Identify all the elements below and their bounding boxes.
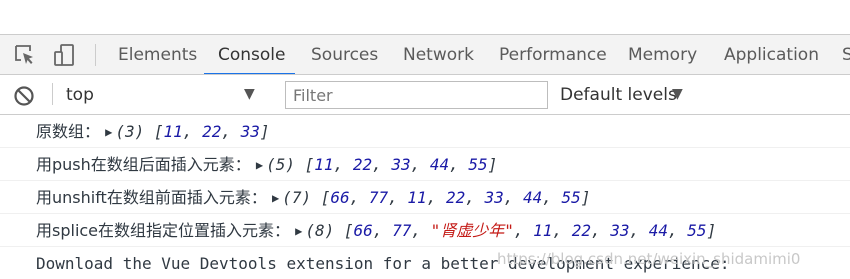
array-number-value: 44 (648, 221, 669, 240)
expand-triangle-icon[interactable]: ▶ (256, 149, 263, 180)
string-content: 肾虚少年 (440, 221, 505, 240)
console-message: 原数组： (36, 122, 101, 141)
console-message: 用push在数组后面插入元素： (36, 155, 251, 174)
array-number-value: 11 (163, 122, 183, 141)
array-preview[interactable]: ▶ (3) [11, 22, 33] (105, 122, 269, 141)
array-preview[interactable]: ▶ (7) [66, 77, 11, 22, 33, 44, 55] (272, 188, 591, 207)
array-number-value: 22 (571, 221, 591, 240)
array-number-value: 55 (561, 188, 581, 207)
tab-sources[interactable]: Sources (311, 35, 378, 74)
clear-console-icon[interactable] (12, 84, 36, 108)
log-levels-dropdown[interactable]: Default levels (560, 75, 677, 115)
array-length: 5 (275, 155, 286, 174)
array-length: 8 (315, 221, 325, 240)
array-number-value: 77 (368, 188, 389, 207)
expand-triangle-icon[interactable]: ▶ (272, 182, 279, 213)
tab-sources-overflow[interactable]: S (842, 35, 850, 74)
tab-application[interactable]: Application (724, 35, 819, 74)
expand-triangle-icon[interactable]: ▶ (105, 116, 112, 147)
console-info-line: Download the Vue Devtools extension for … (36, 254, 730, 273)
tab-elements[interactable]: Elements (118, 35, 197, 74)
devtools-tabbar: Elements Console Sources Network Perform… (0, 34, 850, 75)
console-line: 原数组： ▶ (3) [11, 22, 33] (0, 115, 850, 148)
console-line: 用push在数组后面插入元素： ▶ (5) [11, 22, 33, 44, 55… (0, 148, 850, 181)
context-dropdown-icon[interactable]: ▼ (244, 75, 255, 115)
array-number-value: 22 (202, 122, 222, 141)
tabbar-divider (95, 44, 96, 66)
console-line: 用splice在数组指定位置插入元素： ▶ (8) [66, 77, "肾虚少年"… (0, 214, 850, 247)
console-output: 原数组： ▶ (3) [11, 22, 33] 用push在数组后面插入元素： ▶(… (0, 115, 850, 279)
expand-triangle-icon[interactable]: ▶ (295, 215, 302, 246)
context-selector[interactable]: top (66, 75, 94, 115)
array-number-value: 11 (407, 188, 427, 207)
array-length: 3 (124, 122, 135, 141)
toolbar-divider (52, 83, 53, 105)
console-line: 用unshift在数组前面插入元素： ▶ (7) [66, 77, 11, 22,… (0, 181, 850, 214)
array-number-value: 33 (484, 188, 504, 207)
array-preview[interactable]: ▶ (5) [11, 22, 33, 44, 55] (256, 155, 497, 174)
array-preview[interactable]: ▶ (8) [66, 77, "肾虚少年", 11, 22, 33, 44, 55… (295, 221, 716, 240)
array-number-value: 11 (314, 155, 334, 174)
array-number-value: 22 (352, 155, 373, 174)
array-number-value: 33 (391, 155, 411, 174)
array-number-value: 33 (610, 221, 630, 240)
array-number-value: 33 (240, 122, 260, 141)
tab-console[interactable]: Console (218, 35, 286, 74)
tab-performance[interactable]: Performance (499, 35, 607, 74)
array-length: 7 (291, 188, 302, 207)
array-number-value: 22 (445, 188, 466, 207)
array-number-value: 55 (687, 221, 707, 240)
device-toolbar-icon[interactable] (53, 43, 77, 67)
console-toolbar: top ▼ Default levels ▼ (0, 75, 850, 115)
array-number-value: 66 (330, 188, 350, 207)
array-number-value: 55 (468, 155, 488, 174)
array-number-value: 77 (392, 221, 412, 240)
console-message: 用splice在数组指定位置插入元素： (36, 221, 291, 240)
console-message: 用unshift在数组前面插入元素： (36, 188, 267, 207)
array-string-value: "肾虚少年" (430, 221, 514, 240)
filter-input[interactable] (285, 81, 548, 109)
array-number-value: 66 (353, 221, 373, 240)
array-number-value: 44 (429, 155, 450, 174)
browser-top-strip (0, 0, 850, 34)
inspect-element-icon[interactable] (13, 43, 37, 67)
array-number-value: 11 (533, 221, 553, 240)
levels-dropdown-icon[interactable]: ▼ (672, 75, 683, 115)
tab-network[interactable]: Network (403, 35, 474, 74)
tab-memory[interactable]: Memory (628, 35, 697, 74)
array-number-value: 44 (523, 188, 543, 207)
